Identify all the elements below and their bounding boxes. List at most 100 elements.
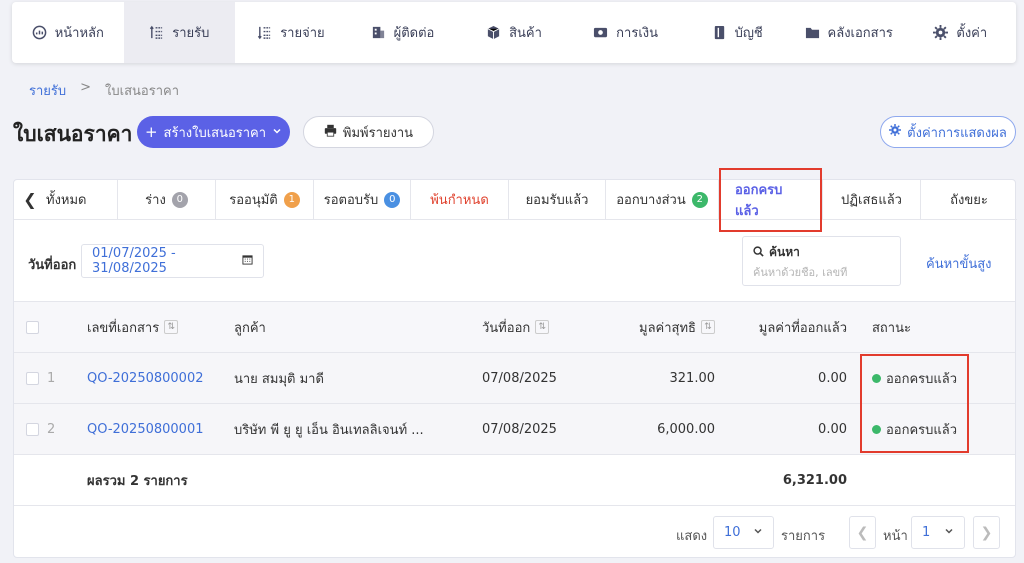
tab-partially-issued[interactable]: ออกบางส่วน 2	[606, 180, 719, 219]
nav-item-label: การเงิน	[616, 26, 659, 41]
search-icon	[753, 245, 764, 260]
print-report-button[interactable]: พิมพ์รายงาน	[303, 116, 434, 148]
nav-item-settings[interactable]: ตั้งค่า	[905, 2, 1017, 63]
doc-no-link[interactable]: QO-20250800002	[87, 353, 204, 403]
row-index: 2	[47, 421, 56, 437]
plus-icon: +	[144, 123, 158, 141]
column-customer: ลูกค้า	[234, 302, 266, 352]
doc-no-link[interactable]: QO-20250800001	[87, 404, 204, 454]
issue-date: 07/08/2025	[482, 421, 557, 437]
breadcrumb: รายรับ > ใบเสนอราคา	[29, 80, 179, 101]
tab-awaiting-response[interactable]: รอตอบรับ 0	[314, 180, 411, 219]
tab-label: รอตอบรับ	[323, 193, 379, 208]
expense-icon	[257, 25, 272, 40]
tab-rejected[interactable]: ปฏิเสธแล้ว	[823, 180, 921, 219]
column-status: สถานะ	[872, 302, 911, 352]
date-range-field[interactable]: 01/07/2025 - 31/08/2025	[81, 244, 264, 278]
nav-item-accounting[interactable]: บัญชี	[681, 2, 793, 63]
tab-fully-issued[interactable]: ออกครบแล้ว	[719, 167, 823, 232]
chevron-down-icon	[944, 525, 954, 540]
breadcrumb-separator: >	[80, 80, 92, 95]
tab-accepted[interactable]: ยอมรับแล้ว	[509, 180, 606, 219]
print-report-label: พิมพ์รายงาน	[342, 125, 414, 141]
date-filter-label: วันที่ออก	[28, 258, 77, 273]
nav-item-label: รายจ่าย	[280, 26, 325, 41]
nav-item-label: ตั้งค่า	[956, 26, 988, 41]
nav-item-label: รายรับ	[172, 26, 210, 41]
column-label: สถานะ	[872, 320, 911, 336]
column-doc-no[interactable]: เลขที่เอกสาร ⇅	[87, 302, 179, 352]
page-label: หน้า	[883, 529, 908, 544]
breadcrumb-current: ใบเสนอราคา	[105, 84, 179, 99]
quotation-list-card: ❮ ทั้งหมด ร่าง 0 รออนุมัติ 1 รอตอบรับ 0 …	[13, 167, 1017, 558]
summary-label: ผลรวม 2 รายการ	[87, 473, 188, 489]
nav-item-contacts[interactable]: ผู้ติดต่อ	[347, 2, 459, 63]
row-checkbox[interactable]	[26, 353, 39, 403]
nav-item-products[interactable]: สินค้า	[458, 2, 570, 63]
summary-issued-total: 6,321.00	[782, 472, 847, 488]
nav-item-label: บัญชี	[734, 26, 763, 41]
date-range-value: 01/07/2025 - 31/08/2025	[92, 246, 176, 276]
column-issued-value: มูลค่าที่ออกแล้ว	[734, 302, 847, 352]
column-net-value[interactable]: มูลค่าสุทธิ ⇅	[614, 302, 715, 352]
column-label: มูลค่าที่ออกแล้ว	[758, 320, 847, 336]
column-label: มูลค่าสุทธิ	[639, 320, 696, 336]
display-settings-button[interactable]: ตั้งค่าการแสดงผล	[880, 116, 1016, 148]
items-label: รายการ	[781, 529, 826, 544]
tab-trash[interactable]: ถังขยะ	[921, 180, 1017, 219]
customer-name: นาย สมมุติ มาดี	[234, 371, 324, 387]
gear-icon	[933, 25, 949, 40]
nav-item-documents[interactable]: คลังเอกสาร	[793, 2, 905, 63]
dashboard-icon	[32, 25, 47, 40]
create-quotation-button[interactable]: + สร้างใบเสนอราคา	[137, 116, 290, 148]
tab-label: ทั้งหมด	[46, 193, 87, 208]
issued-value: 0.00	[818, 421, 847, 437]
nav-item-income[interactable]: รายรับ	[123, 2, 236, 63]
money-icon	[593, 25, 608, 40]
income-icon	[149, 25, 164, 40]
search-box: ค้นหา	[742, 236, 901, 286]
column-label: วันที่ออก	[482, 320, 531, 336]
next-page-button[interactable]: ❯	[973, 516, 1000, 549]
tab-overdue[interactable]: พ้นกำหนด	[411, 180, 509, 219]
chevron-left-icon[interactable]: ❮	[14, 180, 46, 219]
sort-icon[interactable]: ⇅	[701, 320, 715, 334]
advanced-search-link[interactable]: ค้นหาขั้นสูง	[926, 253, 992, 274]
display-settings-label: ตั้งค่าการแสดงผล	[907, 125, 1007, 141]
nav-item-label: ผู้ติดต่อ	[393, 26, 435, 41]
nav-item-label: หน้าหลัก	[54, 26, 104, 41]
search-input[interactable]	[753, 266, 888, 279]
tab-awaiting-approval[interactable]: รออนุมัติ 1	[216, 180, 314, 219]
contacts-icon	[371, 25, 386, 40]
search-title-label: ค้นหา	[769, 245, 800, 259]
chevron-down-icon	[753, 525, 763, 540]
tab-draft[interactable]: ร่าง 0	[118, 180, 216, 219]
tab-label: ยอมรับแล้ว	[525, 193, 589, 208]
prev-page-button[interactable]: ❮	[849, 516, 876, 549]
top-navigation: หน้าหลัก รายรับ รายจ่าย ผู้ติดต่อ สินค้า…	[12, 2, 1016, 63]
tab-label: ปฏิเสธแล้ว	[841, 193, 902, 208]
nav-item-home[interactable]: หน้าหลัก	[12, 2, 124, 63]
status-tabs: ❮ ทั้งหมด ร่าง 0 รออนุมัติ 1 รอตอบรับ 0 …	[14, 167, 1017, 232]
page-select[interactable]: 1	[911, 516, 965, 549]
tab-label: รออนุมัติ	[229, 193, 278, 208]
row-index: 1	[47, 370, 56, 386]
page-size-value: 10	[724, 525, 741, 540]
count-badge: 0	[384, 191, 401, 208]
sort-icon[interactable]: ⇅	[164, 320, 179, 334]
row-checkbox[interactable]	[26, 404, 39, 454]
breadcrumb-parent-link[interactable]: รายรับ	[29, 80, 66, 101]
nav-item-finance[interactable]: การเงิน	[570, 2, 682, 63]
nav-item-expense[interactable]: รายจ่าย	[235, 2, 347, 63]
tab-label: พ้นกำหนด	[430, 193, 489, 208]
box-icon	[486, 25, 501, 40]
tab-all[interactable]: ทั้งหมด	[46, 180, 118, 219]
count-badge: 1	[283, 191, 300, 208]
page-value: 1	[922, 525, 931, 540]
column-date[interactable]: วันที่ออก ⇅	[482, 302, 550, 352]
calendar-icon	[242, 254, 253, 269]
select-all-checkbox[interactable]	[26, 302, 39, 352]
printer-icon	[324, 124, 337, 141]
page-size-select[interactable]: 10	[713, 516, 774, 549]
sort-icon[interactable]: ⇅	[535, 320, 550, 334]
